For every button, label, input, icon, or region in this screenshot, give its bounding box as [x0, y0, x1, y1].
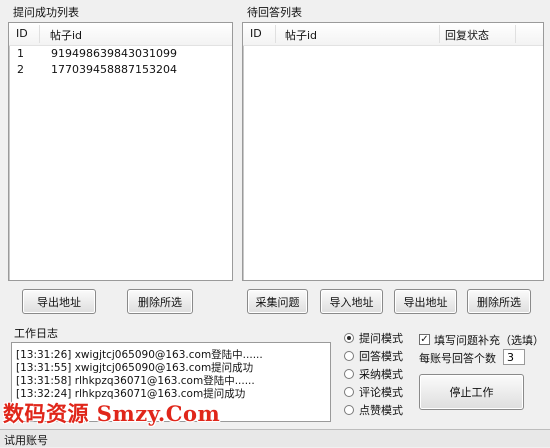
answers-per-account-label: 每账号回答个数 [419, 352, 496, 365]
status-bar: 试用账号 [0, 429, 550, 447]
stop-work-button[interactable]: 停止工作 [419, 374, 524, 410]
fill-supplement-checkbox[interactable]: ✓ [419, 334, 430, 345]
import-address-button[interactable]: 导入地址 [320, 289, 383, 314]
fill-supplement-label: 填写问题补充（选填） [434, 334, 544, 347]
delete-selected-button[interactable]: 删除所选 [127, 289, 193, 314]
pending-list[interactable]: ID 帖子id 回复状态 [242, 22, 544, 281]
radio-icon [344, 405, 354, 415]
delete-pending-button[interactable]: 删除所选 [467, 289, 531, 314]
mode-radio-comment[interactable]: 评论模式 [344, 384, 403, 400]
row-post-id: 177039458887153204 [51, 63, 177, 76]
watermark-logo: 数码资源 Smzy.Com [3, 401, 221, 426]
answers-per-account-input[interactable] [503, 349, 525, 365]
row-post-id: 919498639843031099 [51, 47, 177, 60]
success-list[interactable]: ID 帖子id 1 919498639843031099 2 177039458… [8, 22, 233, 281]
pending-list-title: 待回答列表 [247, 6, 302, 19]
success-list-title: 提问成功列表 [13, 6, 79, 19]
radio-selected-icon [344, 333, 354, 343]
table-row[interactable]: 1 919498639843031099 [9, 47, 232, 62]
collect-questions-button[interactable]: 采集问题 [247, 289, 308, 314]
row-id: 2 [17, 63, 24, 76]
radio-icon [344, 369, 354, 379]
column-header-post-id[interactable]: 帖子id [285, 27, 317, 43]
row-id: 1 [17, 47, 24, 60]
mode-radio-answer[interactable]: 回答模式 [344, 348, 403, 364]
mode-radio-ask[interactable]: 提问模式 [344, 330, 403, 346]
mode-label: 提问模式 [359, 332, 403, 345]
pending-list-header: ID 帖子id 回复状态 [243, 23, 543, 46]
export-address-button[interactable]: 导出地址 [22, 289, 96, 314]
column-header-post-id[interactable]: 帖子id [50, 27, 82, 43]
export-pending-button[interactable]: 导出地址 [394, 289, 457, 314]
mode-radio-accept[interactable]: 采纳模式 [344, 366, 403, 382]
mode-label: 采纳模式 [359, 368, 403, 381]
success-list-header: ID 帖子id [9, 23, 232, 46]
radio-icon [344, 387, 354, 397]
mode-label: 回答模式 [359, 350, 403, 363]
mode-radio-like[interactable]: 点赞模式 [344, 402, 403, 418]
radio-icon [344, 351, 354, 361]
mode-label: 评论模式 [359, 386, 403, 399]
column-header-reply-status[interactable]: 回复状态 [445, 27, 489, 43]
table-row[interactable]: 2 177039458887153204 [9, 63, 232, 78]
work-log-title: 工作日志 [14, 327, 58, 340]
mode-label: 点赞模式 [359, 404, 403, 417]
column-header-id[interactable]: ID [250, 27, 262, 40]
column-header-id[interactable]: ID [16, 27, 28, 40]
